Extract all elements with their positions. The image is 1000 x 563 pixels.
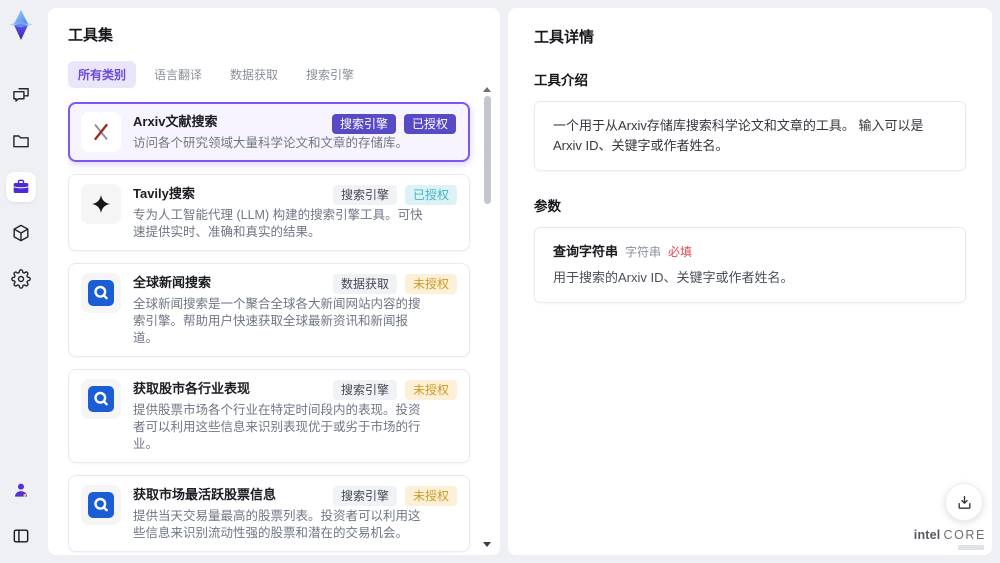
category-tab[interactable]: 所有类别 [68, 61, 137, 88]
category-tab-label: 所有类别 [78, 68, 127, 82]
arxiv-icon [81, 112, 121, 152]
panel-toggle-icon [13, 529, 29, 543]
category-tab[interactable]: 搜索引擎 [296, 61, 364, 88]
param-name: 查询字符串 [553, 244, 619, 259]
param-desc: 用于搜索的Arxiv ID、关键字或作者姓名。 [553, 270, 794, 285]
gear-icon [11, 269, 31, 289]
tool-desc: 专为人工智能代理 (LLM) 构建的搜索引擎工具。可快速提供实时、准确和真实的结… [133, 208, 423, 239]
download-button[interactable] [945, 483, 983, 521]
tool-badges: 搜索引擎 已授权 [332, 185, 457, 205]
tavily-icon [81, 184, 121, 224]
auth-status-badge: 已授权 [404, 185, 457, 205]
tool-badges: 搜索引擎 未授权 [332, 380, 457, 400]
category-tabs: 所有类别 语言翻译 数据获取 搜索引擎 [68, 61, 486, 88]
category-badge: 搜索引擎 [332, 486, 397, 506]
brand-core: CORE [943, 528, 986, 542]
intel-core-logo: intel CORE [914, 529, 986, 550]
sidebar-item-plugins[interactable] [6, 218, 36, 248]
tool-card[interactable]: 获取股市各行业表现 提供股票市场各个行业在特定时间段内的表现。投资者可以利用这些… [68, 369, 470, 463]
category-badge: 数据获取 [332, 274, 397, 294]
tool-desc: 提供当天交易量最高的股票列表。投资者可以利用这些信息来识别流动性强的股票和潜在的… [133, 509, 421, 540]
qsearch-icon [81, 485, 121, 525]
scroll-down-arrow[interactable] [483, 542, 491, 547]
intro-heading: 工具介绍 [534, 73, 588, 88]
tool-desc: 全球新闻搜索是一个聚合全球各大新闻网站内容的搜索引擎。帮助用户快速获取全球最新资… [133, 297, 421, 345]
sidebar-item-user[interactable] [6, 475, 36, 505]
app-logo-icon [9, 10, 33, 40]
param-head: 查询字符串 字符串 必填 [553, 241, 947, 260]
param-required-badge: 必填 [668, 245, 693, 259]
qsearch-icon [81, 379, 121, 419]
category-badge: 搜索引擎 [331, 114, 396, 134]
auth-status-badge: 未授权 [404, 274, 457, 294]
auth-status-badge: 已授权 [403, 114, 456, 134]
cube-icon [13, 224, 29, 242]
tool-card[interactable]: Tavily搜索 专为人工智能代理 (LLM) 构建的搜索引擎工具。可快速提供实… [68, 174, 470, 251]
tool-card[interactable]: 全球新闻搜索 全球新闻搜索是一个聚合全球各大新闻网站内容的搜索引擎。帮助用户快速… [68, 263, 470, 357]
scrollbar-thumb[interactable] [484, 96, 491, 204]
param-box: 查询字符串 字符串 必填 用于搜索的Arxiv ID、关键字或作者姓名。 [534, 227, 966, 303]
folder-icon [13, 135, 29, 148]
chat-icon [13, 88, 29, 102]
params-heading: 参数 [534, 199, 561, 214]
tool-badges: 搜索引擎 未授权 [332, 486, 457, 506]
tool-card[interactable]: Arxiv文献搜索 访问各个研究领域大量科学论文和文章的存储库。 搜索引擎 已授… [68, 102, 470, 162]
tool-desc: 访问各个研究领域大量科学论文和文章的存储库。 [133, 136, 409, 150]
tool-intro-box: 一个用于从Arxiv存储库搜索科学论文和文章的工具。 输入可以是Arxiv ID… [534, 101, 966, 171]
tool-desc: 提供股票市场各个行业在特定时间段内的表现。投资者可以利用这些信息来识别表现优于或… [133, 403, 421, 451]
detail-title: 工具详情 [534, 29, 595, 46]
sidebar-item-files[interactable] [6, 126, 36, 156]
category-tab-label: 数据获取 [230, 68, 279, 82]
left-rail [0, 0, 42, 563]
category-tab[interactable]: 语言翻译 [144, 61, 212, 88]
user-icon [15, 483, 27, 497]
param-type: 字符串 [625, 245, 662, 259]
auth-status-badge: 未授权 [404, 380, 457, 400]
category-tab[interactable]: 数据获取 [220, 61, 288, 88]
tool-badges: 数据获取 未授权 [332, 274, 457, 294]
sidebar-item-panel-toggle[interactable] [6, 521, 36, 551]
tool-card[interactable]: 获取市场最活跃股票信息 提供当天交易量最高的股票列表。投资者可以利用这些信息来识… [68, 475, 470, 552]
tool-detail-panel: 工具详情 工具介绍 一个用于从Arxiv存储库搜索科学论文和文章的工具。 输入可… [508, 8, 992, 555]
sidebar-item-settings[interactable] [6, 264, 36, 294]
category-badge: 搜索引擎 [332, 185, 397, 205]
download-icon [958, 495, 970, 509]
category-tab-label: 搜索引擎 [306, 68, 355, 82]
toolbox-icon [13, 179, 29, 193]
scroll-up-arrow[interactable] [483, 87, 491, 92]
qsearch-icon [81, 273, 121, 313]
brand-intel: intel [913, 528, 941, 542]
category-badge: 搜索引擎 [332, 380, 397, 400]
toolset-title: 工具集 [68, 27, 114, 44]
category-tab-label: 语言翻译 [154, 68, 203, 82]
tool-badges: 搜索引擎 已授权 [331, 114, 456, 134]
auth-status-badge: 未授权 [404, 486, 457, 506]
tool-list: Arxiv文献搜索 访问各个研究领域大量科学论文和文章的存储库。 搜索引擎 已授… [68, 102, 486, 554]
sidebar-item-chat[interactable] [6, 80, 36, 110]
brand-sub-badge [958, 545, 984, 550]
toolset-panel: 工具集 所有类别 语言翻译 数据获取 搜索引擎 Arxiv文献搜索 访问各个研究领域大… [48, 8, 500, 555]
sidebar-item-toolset[interactable] [6, 172, 36, 202]
